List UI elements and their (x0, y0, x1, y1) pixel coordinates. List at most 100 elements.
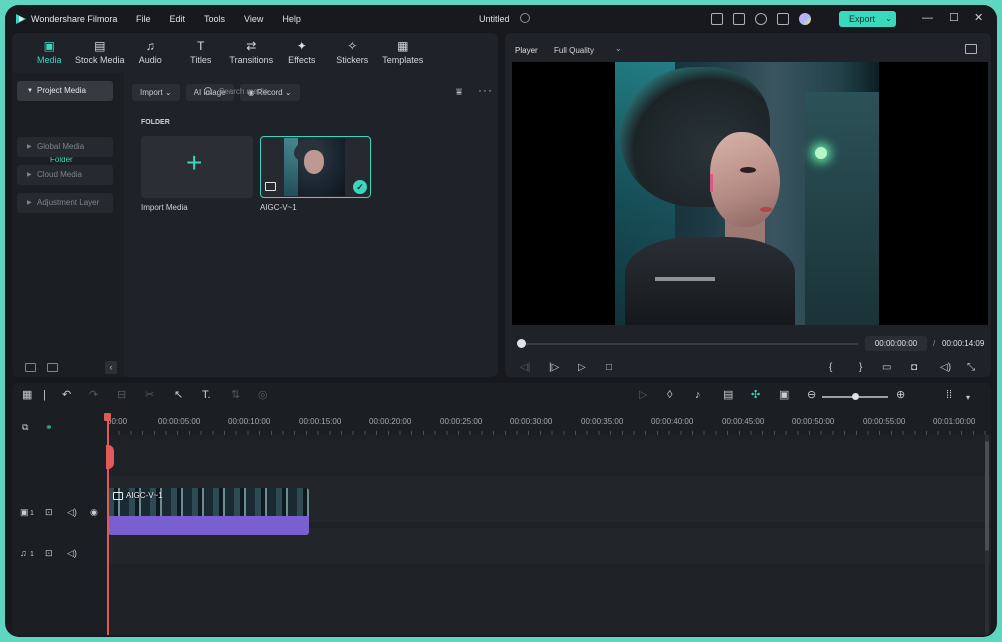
playback-scrubber[interactable] (520, 343, 858, 345)
zoom-slider-handle[interactable] (852, 393, 859, 400)
snapshot-icon[interactable]: ◘ (911, 363, 917, 373)
cloud-upload-icon[interactable] (755, 13, 767, 25)
delete-icon[interactable]: ⊟ (117, 390, 126, 401)
scope-icon[interactable] (965, 44, 977, 54)
tab-media[interactable]: ▣ Media (24, 33, 75, 73)
tab-audio[interactable]: ♫ Audio (125, 33, 176, 73)
import-media-tile[interactable]: + (141, 136, 253, 198)
effects-icon: ✦ (296, 39, 307, 53)
scrubber-handle[interactable] (517, 339, 526, 348)
stock-media-icon: ▤ (94, 39, 106, 53)
menu-edit[interactable]: Edit (170, 14, 186, 24)
apps-grid-icon[interactable] (777, 13, 789, 25)
playhead-grip[interactable] (106, 445, 114, 469)
ruler-label: 00:00:05:00 (158, 417, 201, 426)
tab-effects[interactable]: ✦ Effects (277, 33, 328, 73)
ruler-label: 00:00:25:00 (440, 417, 483, 426)
add-track-icon[interactable]: ⧉ (22, 423, 28, 432)
speed-icon[interactable]: ◎ (258, 390, 268, 401)
mute-icon[interactable]: ◁) (67, 508, 77, 517)
audio-track-icon: ♫ (20, 548, 27, 558)
timeline-scrollbar-thumb[interactable] (985, 441, 989, 551)
timeline-clip[interactable]: AIGC-V~1 (108, 488, 309, 535)
tab-titles[interactable]: T Titles (176, 33, 227, 73)
sidebar-item-project-media[interactable]: ▼ Project Media (17, 81, 113, 101)
plus-icon: + (186, 147, 203, 178)
chevron-down-icon[interactable]: ▾ (966, 392, 970, 403)
more-icon[interactable]: ··· (478, 83, 493, 97)
layout-icon[interactable] (711, 13, 723, 25)
menu-file[interactable]: File (136, 14, 151, 24)
playhead-handle[interactable] (104, 413, 111, 421)
stop-icon[interactable]: □ (606, 363, 612, 373)
quality-dropdown[interactable]: Full Quality (554, 46, 594, 55)
ruler-label: 00:00:40:00 (651, 417, 694, 426)
sidebar-item-cloud-media[interactable]: ▶ Cloud Media (17, 165, 113, 185)
collapse-sidebar-icon[interactable]: ‹ (105, 361, 117, 374)
link-icon[interactable]: ⚭ (45, 423, 53, 432)
expand-right-icon: ▶ (27, 144, 32, 150)
track-layout-icon[interactable]: ⁞⁞ (946, 390, 952, 401)
art-light (815, 147, 827, 159)
folder-icon[interactable] (47, 363, 58, 372)
menu-help[interactable]: Help (282, 14, 301, 24)
lock-icon[interactable]: ⊡ (45, 508, 53, 517)
divider: | (43, 389, 46, 401)
render-icon[interactable]: ▷ (639, 390, 647, 401)
tab-stock-media[interactable]: ▤ Stock Media (75, 33, 126, 73)
mark-in-icon[interactable]: { (829, 363, 832, 373)
tab-templates[interactable]: ▦ Templates (378, 33, 429, 73)
menu-tools[interactable]: Tools (204, 14, 225, 24)
eye-icon[interactable]: ◉ (90, 508, 98, 517)
export-button[interactable]: Export ⌄ (839, 11, 896, 27)
avatar[interactable] (799, 13, 811, 25)
text-tool-icon[interactable]: T. (202, 390, 211, 401)
volume-icon[interactable]: ◁) (940, 363, 951, 373)
cloud-sync-icon[interactable] (520, 13, 530, 23)
play-icon[interactable]: ▷ (578, 363, 586, 373)
mark-out-icon[interactable]: } (859, 363, 862, 373)
menu-view[interactable]: View (244, 14, 263, 24)
new-folder-icon[interactable] (25, 363, 36, 372)
sidebar-item-adjustment-layer[interactable]: ▶ Adjustment Layer (17, 193, 113, 213)
cut-icon[interactable]: ✂ (145, 390, 154, 401)
filter-icon[interactable]: ⩸ (456, 87, 462, 98)
microphone-icon[interactable]: ♪ (695, 390, 701, 401)
previous-frame-icon[interactable]: ◁| (520, 363, 530, 373)
export-dropdown-icon[interactable]: ⌄ (885, 11, 892, 27)
art-eye (740, 167, 756, 173)
display-icon[interactable]: ▭ (882, 363, 891, 373)
media-thumbnail[interactable]: ✓ (260, 136, 371, 198)
audio-track-number: 1 (30, 551, 34, 558)
zoom-in-icon[interactable]: ⊕ (896, 390, 905, 401)
timeline-ruler[interactable]: 00:00 00:00:05:00 00:00:10:00 00:00:15:0… (107, 413, 991, 436)
ai-audio-icon[interactable]: ▤ (723, 390, 733, 401)
adjust-icon[interactable]: ⇅ (231, 390, 240, 401)
tab-transitions[interactable]: ⇄ Transitions (226, 33, 277, 73)
lock-icon[interactable]: ⊡ (45, 549, 53, 558)
preview-viewport[interactable] (512, 62, 988, 325)
fullscreen-icon[interactable]: ⤡ (967, 363, 975, 373)
import-button[interactable]: Import ⌄ (132, 83, 180, 101)
search-input[interactable]: Search media (204, 83, 314, 100)
empty-track-lane[interactable] (107, 435, 991, 475)
undo-icon[interactable]: ↶ (62, 390, 71, 401)
clip-bar (108, 516, 309, 535)
save-icon[interactable] (733, 13, 745, 25)
maximize-icon[interactable]: ☐ (949, 13, 959, 24)
minimize-icon[interactable]: — (922, 13, 933, 24)
caption-icon[interactable]: ▣ (779, 390, 789, 401)
snap-icon[interactable]: ✣ (751, 390, 760, 401)
zoom-out-icon[interactable]: ⊖ (807, 390, 816, 401)
player-panel: Player Full Quality ⌄ 00:00:00:00 / 00:0 (505, 33, 991, 377)
sidebar-item-global-media[interactable]: ▶ Global Media (17, 137, 113, 157)
chevron-down-icon[interactable]: ⌄ (615, 44, 622, 53)
marker-icon[interactable]: ◊ (667, 390, 672, 401)
redo-icon[interactable]: ↷ (89, 390, 98, 401)
close-icon[interactable]: ✕ (974, 13, 983, 24)
play-frame-icon[interactable]: |▷ (549, 363, 559, 373)
select-tool-icon[interactable]: ↖ (174, 390, 183, 401)
layout-grid-icon[interactable]: ▦ (22, 390, 32, 401)
tab-stickers[interactable]: ✧ Stickers (327, 33, 378, 73)
mute-icon[interactable]: ◁) (67, 549, 77, 558)
